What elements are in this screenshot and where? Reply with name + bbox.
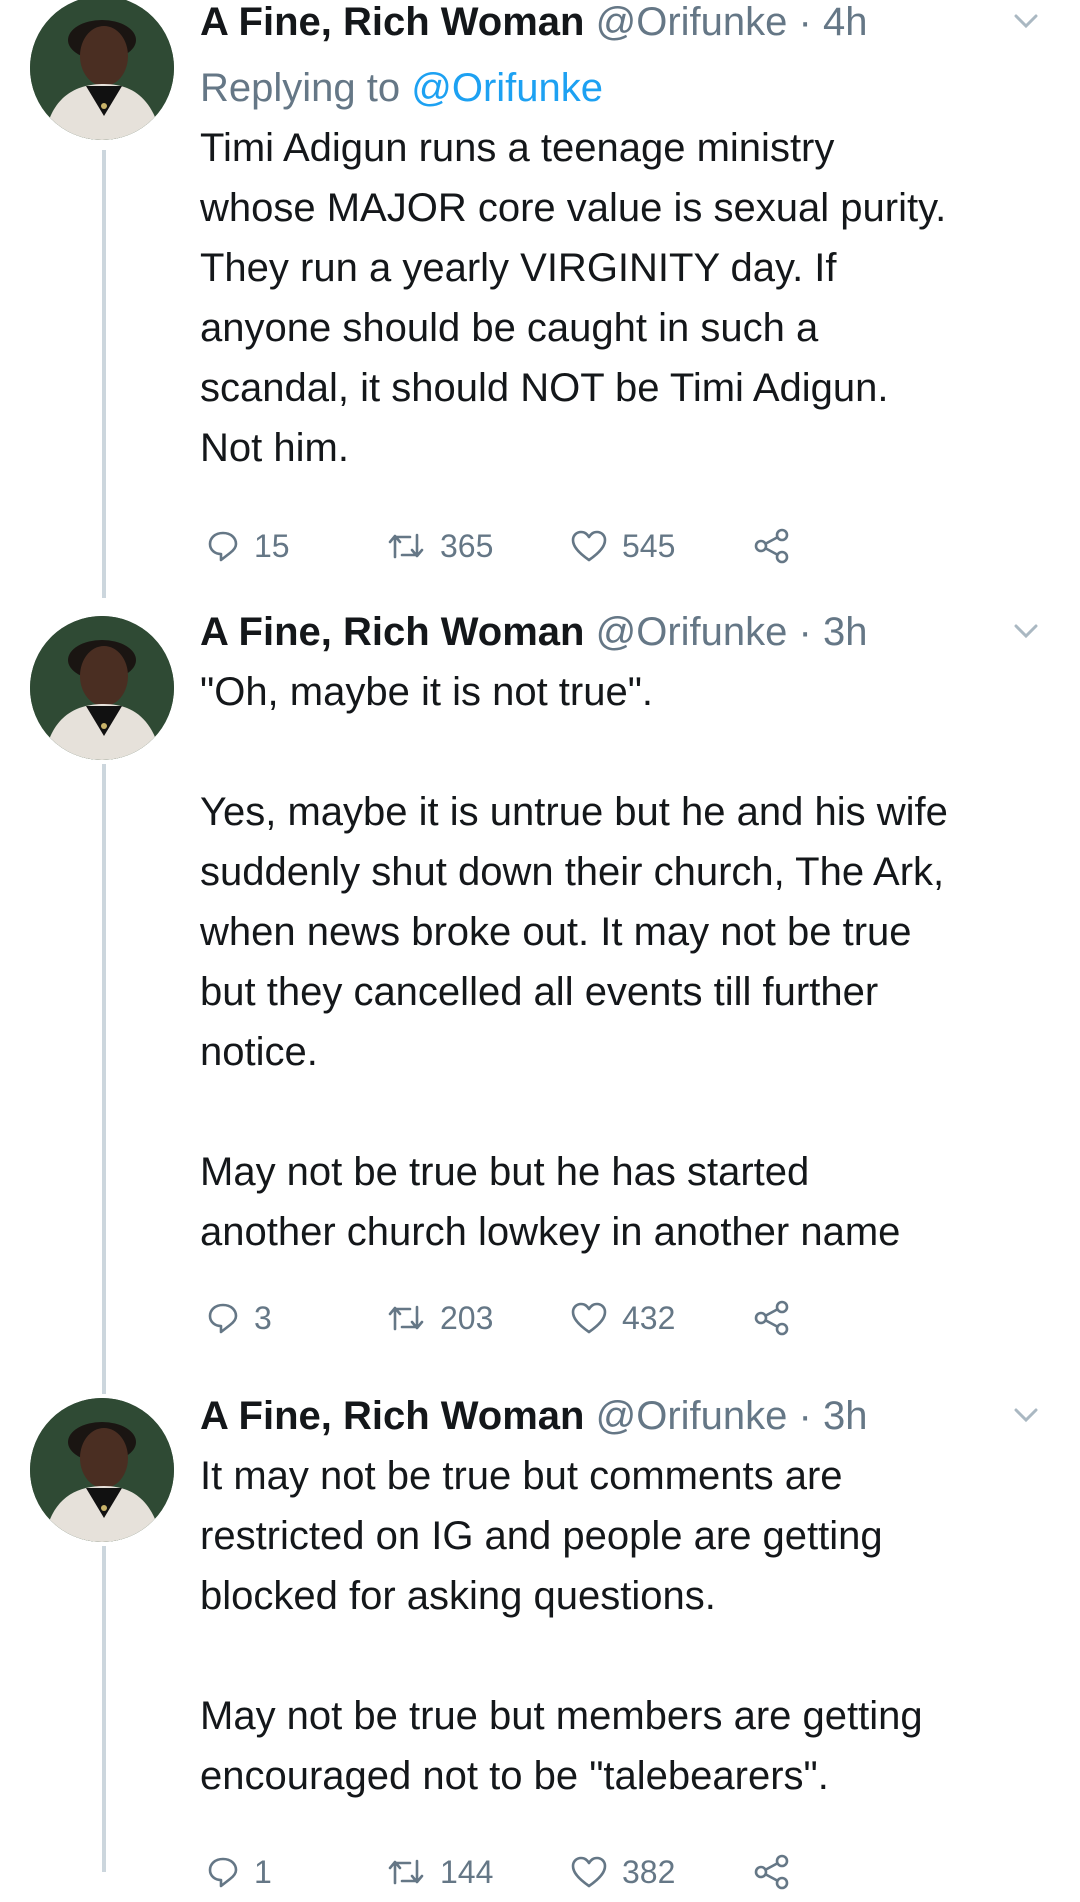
tweet-text-line: but they cancelled all events till furth… xyxy=(200,970,879,1014)
action-bar: 15 365 545 xyxy=(200,516,1050,576)
retweet-icon xyxy=(388,533,424,559)
share-icon xyxy=(754,528,789,564)
tweet-text-line: Not him. xyxy=(200,426,349,470)
reply-button[interactable]: 15 xyxy=(206,516,290,576)
like-count: 545 xyxy=(622,527,676,564)
chevron-down-icon[interactable] xyxy=(1002,610,1050,654)
tweet-text: It may not be true but comments are rest… xyxy=(200,1446,1050,1806)
tweet-text-line: It may not be true but comments are xyxy=(200,1454,843,1498)
retweet-icon xyxy=(388,1305,424,1331)
retweet-count: 203 xyxy=(440,1299,494,1336)
author-handle[interactable]: @Orifunke xyxy=(596,1394,788,1438)
tweet-header: A Fine, Rich Woman @Orifunke · 3h xyxy=(200,1394,1050,1438)
share-button[interactable] xyxy=(752,1288,806,1348)
like-button[interactable]: 432 xyxy=(570,1288,675,1348)
action-bar: 1 144 382 xyxy=(200,1842,1050,1902)
timestamp[interactable]: 4h xyxy=(823,0,868,44)
tweet-text-line: another church lowkey in another name xyxy=(200,1210,901,1254)
replying-to-line: Replying to @Orifunke xyxy=(200,58,1050,118)
tweet-text: "Oh, maybe it is not true". Yes, maybe i… xyxy=(200,662,1050,1262)
reply-count: 3 xyxy=(254,1299,272,1336)
author-handle[interactable]: @Orifunke xyxy=(596,0,788,44)
tweet[interactable]: A Fine, Rich Woman @Orifunke · 3h It may… xyxy=(0,1394,1080,1890)
reply-icon xyxy=(208,531,238,562)
action-bar: 3 203 432 xyxy=(200,1288,1050,1348)
tweet[interactable]: A Fine, Rich Woman @Orifunke · 4h Replyi… xyxy=(0,0,1080,600)
retweet-button[interactable]: 144 xyxy=(386,1842,493,1902)
reply-button[interactable]: 3 xyxy=(206,1288,272,1348)
retweet-button[interactable]: 203 xyxy=(386,1288,493,1348)
tweet-text-line: May not be true but he has started xyxy=(200,1150,810,1194)
like-icon xyxy=(571,1856,607,1888)
avatar[interactable] xyxy=(30,1398,174,1542)
tweet-text-line: whose MAJOR core value is sexual purity. xyxy=(200,186,947,230)
author-name[interactable]: A Fine, Rich Woman xyxy=(200,1394,584,1438)
retweet-count: 365 xyxy=(440,527,494,564)
reply-count: 1 xyxy=(254,1853,272,1890)
like-icon xyxy=(571,1302,607,1334)
tweet-text-line: encouraged not to be "talebearers". xyxy=(200,1754,829,1798)
retweet-count: 144 xyxy=(440,1853,494,1890)
tweet-text-line: They run a yearly VIRGINITY day. If xyxy=(200,246,837,290)
like-count: 382 xyxy=(622,1853,676,1890)
tweet-text-line: notice. xyxy=(200,1030,318,1074)
reply-count: 15 xyxy=(254,527,290,564)
tweet-text: Timi Adigun runs a teenage ministry whos… xyxy=(200,118,1050,478)
retweet-button[interactable]: 365 xyxy=(386,516,493,576)
tweet-text-line: anyone should be caught in such a xyxy=(200,306,819,350)
share-icon xyxy=(754,1300,789,1336)
tweet-text-line: scandal, it should NOT be Timi Adigun. xyxy=(200,366,889,410)
avatar[interactable] xyxy=(30,616,174,760)
tweet-text-line: Yes, maybe it is untrue but he and his w… xyxy=(200,790,948,834)
tweet-text-line: May not be true but members are getting xyxy=(200,1694,923,1738)
tweet-text-line: Timi Adigun runs a teenage ministry xyxy=(200,126,835,170)
share-icon xyxy=(754,1854,789,1890)
retweet-icon xyxy=(388,1859,424,1885)
timestamp[interactable]: 3h xyxy=(823,1394,868,1438)
separator-dot: · xyxy=(798,0,812,44)
chevron-down-icon[interactable] xyxy=(1002,1394,1050,1438)
share-button[interactable] xyxy=(752,516,806,576)
tweet-text-line: when news broke out. It may not be true xyxy=(200,910,912,954)
like-icon xyxy=(571,530,607,562)
share-button[interactable] xyxy=(752,1842,806,1902)
reply-icon xyxy=(208,1857,238,1888)
tweet-text-line: "Oh, maybe it is not true". xyxy=(200,670,654,714)
reply-mention-link[interactable]: @Orifunke xyxy=(411,66,603,110)
reply-button[interactable]: 1 xyxy=(206,1842,272,1902)
separator-dot: · xyxy=(798,610,812,654)
separator-dot: · xyxy=(798,1394,812,1438)
timestamp[interactable]: 3h xyxy=(823,610,868,654)
author-handle[interactable]: @Orifunke xyxy=(596,610,788,654)
avatar[interactable] xyxy=(30,0,174,140)
tweet-header: A Fine, Rich Woman @Orifunke · 4h xyxy=(200,0,1050,44)
tweet-text-line: suddenly shut down their church, The Ark… xyxy=(200,850,945,894)
reply-icon xyxy=(208,1303,238,1334)
author-name[interactable]: A Fine, Rich Woman xyxy=(200,0,584,44)
tweet-text-line: blocked for asking questions. xyxy=(200,1574,716,1618)
like-button[interactable]: 545 xyxy=(570,516,675,576)
chevron-down-icon[interactable] xyxy=(1002,0,1050,44)
tweet-header: A Fine, Rich Woman @Orifunke · 3h xyxy=(200,610,1050,654)
tweet[interactable]: A Fine, Rich Woman @Orifunke · 3h "Oh, m… xyxy=(0,610,1080,1336)
replying-to-label: Replying to xyxy=(200,66,401,110)
tweet-text-line: restricted on IG and people are getting xyxy=(200,1514,883,1558)
like-button[interactable]: 382 xyxy=(570,1842,675,1902)
like-count: 432 xyxy=(622,1299,676,1336)
author-name[interactable]: A Fine, Rich Woman xyxy=(200,610,584,654)
